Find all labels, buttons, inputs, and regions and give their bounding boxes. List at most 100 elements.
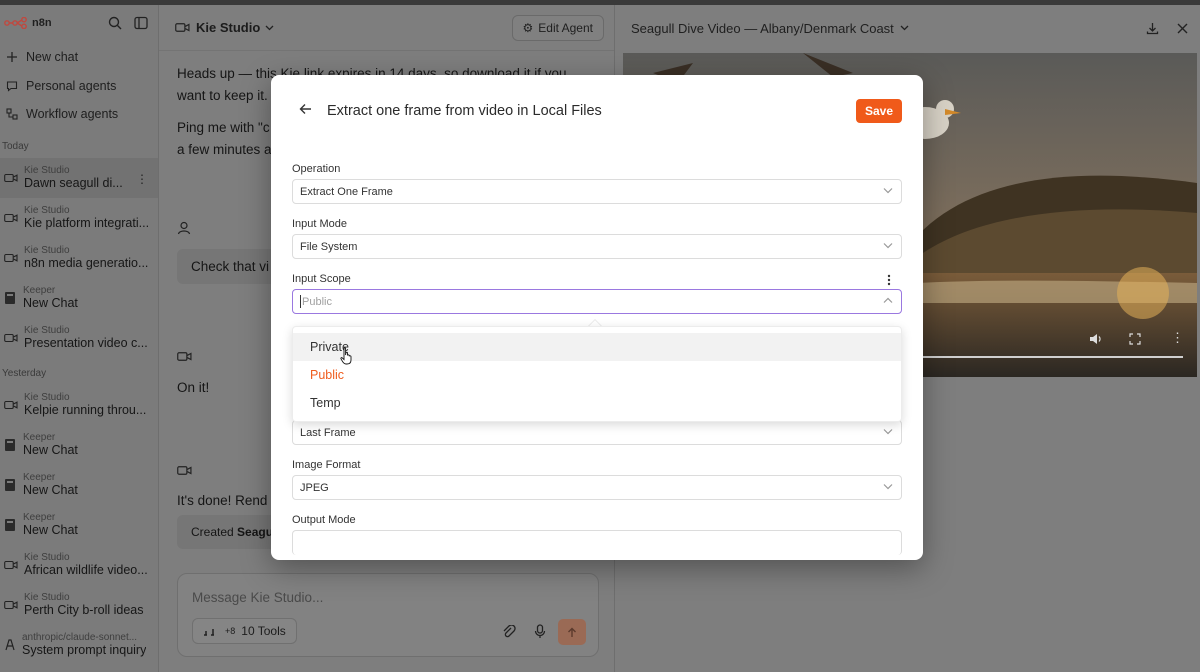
- chat-list-item[interactable]: Kie Studio Perth City b-roll ideas: [0, 585, 158, 625]
- dropdown-option-temp[interactable]: Temp: [293, 389, 901, 417]
- message-text: On it!: [177, 380, 210, 395]
- dropdown-option-private[interactable]: Private: [293, 333, 901, 361]
- search-icon[interactable]: [106, 14, 124, 32]
- plus-icon: [7, 52, 17, 63]
- output-mode-label: Output Mode: [292, 514, 356, 526]
- app-logo[interactable]: n8n: [4, 17, 52, 29]
- chat-list-item[interactable]: Keeper New Chat: [0, 278, 158, 318]
- chat-list-item[interactable]: Kie Studio Presentation video c...: [0, 318, 158, 358]
- close-icon[interactable]: [1177, 23, 1188, 34]
- preview-title[interactable]: Seagull Dive Video — Albany/Denmark Coas…: [631, 21, 894, 36]
- gear-icon: ⚙: [522, 20, 534, 35]
- chat-item-title: Kie platform integrati...: [24, 216, 150, 231]
- hand-cursor-icon: [340, 347, 352, 365]
- sidebar-item-label: Workflow agents: [26, 107, 119, 122]
- anthropic-icon: [5, 638, 15, 650]
- sidebar-item-new-chat[interactable]: New chat: [0, 43, 158, 72]
- chevron-down-icon: [883, 188, 893, 194]
- chat-item-agent: Kie Studio: [24, 324, 70, 336]
- extract-frame-dialog: Extract one frame from video in Local Fi…: [271, 75, 923, 560]
- chat-item-agent: anthropic/claude-sonnet...: [22, 631, 138, 643]
- chat-list-item[interactable]: Keeper New Chat: [0, 465, 158, 505]
- section-label-yesterday: Yesterday: [2, 367, 47, 379]
- chevron-down-icon: [883, 484, 893, 490]
- input-scope-dropdown: Private Public Temp: [292, 326, 902, 422]
- input-scope-select[interactable]: Public: [292, 289, 902, 314]
- chat-item-agent: Kie Studio: [24, 164, 70, 176]
- more-options-icon[interactable]: ⋮: [1171, 330, 1184, 346]
- chat-item-title: System prompt inquiry: [22, 643, 147, 658]
- message-input-placeholder[interactable]: Message Kie Studio...: [192, 590, 323, 605]
- app-logo-text: n8n: [32, 17, 52, 29]
- tools-button[interactable]: +8 10 Tools: [192, 618, 297, 644]
- edit-agent-label: Edit Agent: [538, 20, 593, 35]
- image-format-select[interactable]: JPEG: [292, 475, 902, 500]
- chat-list-item[interactable]: Kie Studio Kie platform integrati...: [0, 198, 158, 238]
- dialog-header: Extract one frame from video in Local Fi…: [271, 75, 923, 149]
- video-icon: [4, 400, 18, 409]
- text-caret: [300, 295, 301, 308]
- chat-list-item[interactable]: Kie Studio n8n media generatio...: [0, 238, 158, 278]
- video-icon: [4, 253, 18, 262]
- download-icon[interactable]: [1146, 22, 1159, 35]
- chevron-down-icon: [883, 429, 893, 435]
- frame-select[interactable]: Last Frame: [292, 420, 902, 445]
- video-icon: [4, 560, 18, 569]
- chat-item-agent: Kie Studio: [24, 244, 70, 256]
- sidebar-item-label: New chat: [26, 50, 79, 65]
- chat-item-agent: Keeper: [23, 284, 56, 296]
- more-options-icon[interactable]: ⋮: [136, 172, 148, 186]
- chat-item-title: New Chat: [23, 296, 78, 311]
- operation-label: Operation: [292, 163, 341, 175]
- chat-list-item[interactable]: Keeper New Chat: [0, 505, 158, 545]
- sidebar-item-workflow-agents[interactable]: Workflow agents: [0, 100, 158, 129]
- chat-list-item[interactable]: Kie Studio African wildlife video...: [0, 545, 158, 585]
- chat-list-item[interactable]: Kie Studio Dawn seagull di... ⋮: [0, 157, 158, 198]
- message-composer[interactable]: Message Kie Studio... +8 10 Tools: [177, 573, 599, 657]
- chat-header: Kie Studio ⚙ Edit Agent: [159, 5, 614, 51]
- book-icon: [5, 518, 15, 531]
- message-text: It's done! Rend: [177, 493, 268, 508]
- arrow-up-icon: [568, 627, 576, 637]
- volume-icon[interactable]: [1089, 333, 1103, 345]
- chat-item-agent: Keeper: [23, 511, 56, 523]
- chat-list-item[interactable]: Keeper New Chat: [0, 425, 158, 465]
- sidebar-header: n8n: [0, 5, 158, 41]
- fullscreen-icon[interactable]: [1129, 333, 1141, 345]
- input-mode-select[interactable]: File System: [292, 234, 902, 259]
- preview-header: Seagull Dive Video — Albany/Denmark Coas…: [615, 5, 1200, 51]
- video-icon: [4, 213, 18, 222]
- agent-selector[interactable]: Kie Studio: [196, 20, 260, 35]
- tools-icon: [204, 629, 214, 636]
- created-prefix: Created: [191, 525, 238, 539]
- operation-select[interactable]: Extract One Frame: [292, 179, 902, 204]
- video-icon: [4, 333, 18, 342]
- dialog-title: Extract one frame from video in Local Fi…: [327, 103, 602, 119]
- chat-item-title: n8n media generatio...: [24, 256, 149, 271]
- back-arrow-icon[interactable]: [299, 103, 312, 115]
- book-icon: [5, 438, 15, 451]
- assistant-message: Ping me with "c a few minutes a: [177, 117, 272, 160]
- chat-list-item[interactable]: Kie Studio Kelpie running throu...: [0, 385, 158, 425]
- microphone-icon[interactable]: [534, 624, 546, 639]
- chat-item-title: Dawn seagull di...: [24, 176, 123, 191]
- output-mode-select[interactable]: [292, 530, 902, 555]
- frame-value: Last Frame: [300, 426, 356, 439]
- chevron-down-icon[interactable]: [900, 25, 909, 31]
- video-icon: [177, 352, 192, 361]
- chat-bubble-icon: [6, 81, 18, 92]
- chat-list-item[interactable]: anthropic/claude-sonnet... System prompt …: [0, 625, 158, 665]
- sidebar-item-personal-agents[interactable]: Personal agents: [0, 72, 158, 101]
- paperclip-icon[interactable]: [502, 625, 516, 639]
- sidebar-toggle-icon[interactable]: [132, 14, 150, 32]
- save-button[interactable]: Save: [856, 99, 902, 123]
- chat-item-agent: Keeper: [23, 431, 56, 443]
- edit-agent-button[interactable]: ⚙ Edit Agent: [511, 14, 604, 41]
- message-text: Ping me with "c: [177, 120, 270, 135]
- chat-item-agent: Kie Studio: [24, 551, 70, 563]
- dropdown-option-public[interactable]: Public: [293, 361, 901, 389]
- chevron-down-icon[interactable]: [265, 25, 274, 31]
- section-label-today: Today: [2, 140, 29, 152]
- message-text: Check that vi: [191, 259, 270, 274]
- send-button[interactable]: [558, 619, 586, 645]
